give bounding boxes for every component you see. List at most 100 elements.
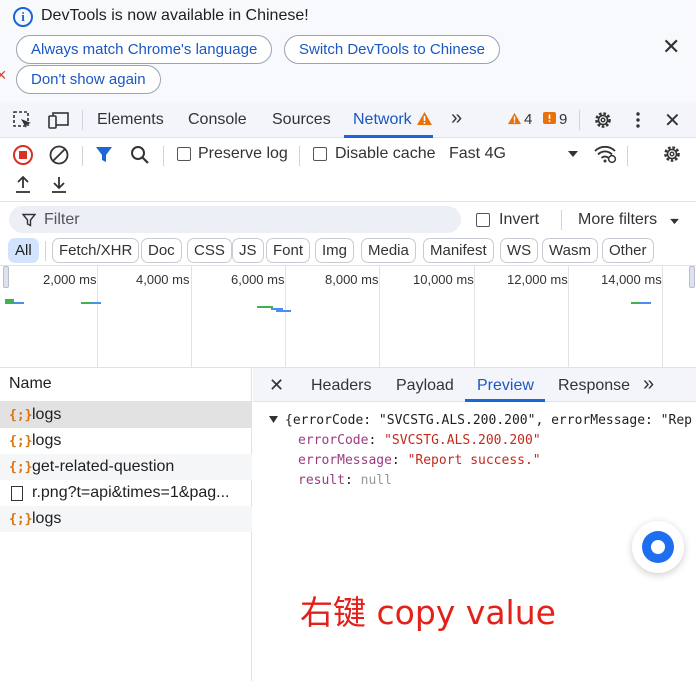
tab-elements[interactable]: Elements [97, 111, 164, 129]
preview-line[interactable]: result: null [298, 473, 392, 488]
tab-network[interactable]: Network [353, 111, 433, 129]
request-row[interactable]: {;} logs [0, 402, 252, 428]
expand-triangle-icon[interactable] [269, 416, 278, 423]
requests-header[interactable]: Name [0, 368, 252, 402]
floating-assistant-button[interactable] [632, 521, 684, 573]
stop-recording-icon[interactable] [12, 144, 34, 166]
preview-value: "SVCSTG.ALS.200.200" [384, 433, 541, 448]
infobar-close-icon[interactable]: ✕ [662, 36, 680, 58]
chip-media[interactable]: Media [361, 238, 416, 263]
filter-input[interactable]: Filter [9, 206, 461, 233]
timeline-gridline [568, 266, 569, 367]
timeline-request-bar [81, 302, 91, 304]
xhr-icon: {;} [9, 512, 33, 527]
chip-doc[interactable]: Doc [141, 238, 182, 263]
xhr-icon: {;} [9, 434, 33, 449]
timeline-left-handle[interactable] [3, 266, 9, 288]
filter-row: Filter Invert More filters [0, 203, 696, 236]
import-har-icon[interactable] [13, 175, 33, 195]
error-count: 9 [559, 111, 568, 128]
disable-cache-checkbox[interactable] [313, 147, 327, 161]
toolbar-divider [579, 110, 580, 130]
tab-response[interactable]: Response [558, 377, 630, 395]
more-filters-button[interactable]: More filters [578, 211, 657, 229]
tab-network-label: Network [353, 111, 412, 128]
switch-to-chinese-button[interactable]: Switch DevTools to Chinese [284, 35, 500, 64]
inspect-element-icon[interactable] [12, 110, 34, 130]
timeline-right-handle[interactable] [689, 266, 695, 288]
language-infobar: i DevTools is now available in Chinese! … [0, 0, 696, 102]
preview-summary[interactable]: {errorCode: "SVCSTG.ALS.200.200", errorM… [285, 413, 692, 428]
network-toolbar: Preserve log Disable cache Fast 4G [0, 138, 696, 202]
more-options-icon[interactable] [627, 110, 649, 130]
close-devtools-icon[interactable]: ✕ [664, 108, 681, 133]
tab-headers[interactable]: Headers [311, 377, 371, 395]
request-row[interactable]: {;} logs [0, 428, 252, 454]
chip-img[interactable]: Img [315, 238, 355, 263]
devtools-main-toolbar: Elements Console Sources Network » 4 9 ✕ [0, 102, 696, 138]
timeline-tick: 6,000 ms [231, 272, 285, 287]
error-icon[interactable] [543, 112, 556, 125]
disable-cache-label: Disable cache [335, 145, 436, 162]
request-name: logs [32, 432, 62, 449]
clear-icon[interactable] [48, 144, 70, 166]
timeline-overview[interactable]: 2,000 ms 4,000 ms 6,000 ms 8,000 ms 10,0… [0, 266, 696, 368]
chip-ws[interactable]: WS [500, 238, 539, 263]
timeline-gridline [662, 266, 663, 367]
assistant-logo-icon [642, 531, 674, 563]
timeline-request-bar [5, 299, 14, 304]
info-icon: i [13, 7, 33, 27]
edge-close-icon: × [0, 65, 7, 85]
request-row[interactable]: r.png?t=api&times=1&pag... [0, 480, 252, 506]
detail-tabs: ✕ Headers Payload Preview Response » [253, 368, 696, 402]
timeline-gridline [379, 266, 380, 367]
match-language-button[interactable]: Always match Chrome's language [16, 35, 273, 64]
network-conditions-icon[interactable] [593, 143, 617, 165]
request-name: logs [32, 510, 62, 527]
request-row[interactable]: {;} get-related-question [0, 454, 252, 480]
tab-sources[interactable]: Sources [272, 111, 331, 129]
more-detail-tabs-icon[interactable]: » [643, 373, 654, 396]
resource-type-filters: All Fetch/XHR Doc CSS JS Font Img Media … [0, 236, 696, 266]
dont-show-again-button[interactable]: Don't show again [16, 65, 161, 94]
timeline-request-bar [276, 310, 291, 312]
chip-manifest[interactable]: Manifest [423, 238, 494, 263]
chip-other[interactable]: Other [602, 238, 654, 263]
network-settings-gear-icon[interactable] [661, 143, 683, 165]
invert-checkbox[interactable] [476, 213, 490, 227]
toolbar-divider [561, 210, 562, 230]
preserve-log-checkbox[interactable] [177, 147, 191, 161]
preview-line[interactable]: errorCode: "SVCSTG.ALS.200.200" [298, 433, 541, 448]
export-har-icon[interactable] [49, 175, 69, 195]
throttling-select[interactable]: Fast 4G [449, 145, 506, 163]
warning-icon[interactable] [507, 112, 522, 125]
chevron-down-icon[interactable] [567, 150, 579, 158]
chip-font[interactable]: Font [266, 238, 311, 263]
more-tabs-icon[interactable]: » [451, 107, 462, 130]
timeline-request-bar [91, 302, 101, 304]
preview-key: errorCode [298, 433, 369, 448]
filter-icon [22, 213, 36, 227]
tab-payload[interactable]: Payload [396, 377, 454, 395]
chip-all[interactable]: All [8, 238, 39, 263]
tab-console[interactable]: Console [188, 111, 247, 129]
request-row[interactable]: {;} logs [0, 506, 252, 532]
device-toolbar-icon[interactable] [48, 110, 70, 130]
timeline-tick: 10,000 ms [413, 272, 474, 287]
close-detail-icon[interactable]: ✕ [269, 375, 284, 396]
chip-js[interactable]: JS [232, 238, 264, 263]
tab-preview[interactable]: Preview [477, 377, 534, 395]
filter-funnel-icon[interactable] [94, 145, 114, 165]
chip-css[interactable]: CSS [187, 238, 232, 263]
name-column-header: Name [9, 375, 52, 392]
preview-pane: {errorCode: "SVCSTG.ALS.200.200", errorM… [253, 402, 696, 681]
timeline-tick: 12,000 ms [507, 272, 568, 287]
preview-line[interactable]: errorMessage: "Report success." [298, 453, 541, 468]
more-filters-chevron-icon[interactable] [669, 218, 680, 225]
settings-gear-icon[interactable] [592, 110, 614, 130]
chip-wasm[interactable]: Wasm [542, 238, 598, 263]
search-icon[interactable] [129, 144, 151, 166]
chip-fetch-xhr[interactable]: Fetch/XHR [52, 238, 140, 263]
infobar-message: DevTools is now available in Chinese! [41, 7, 309, 24]
timeline-gridline [285, 266, 286, 367]
